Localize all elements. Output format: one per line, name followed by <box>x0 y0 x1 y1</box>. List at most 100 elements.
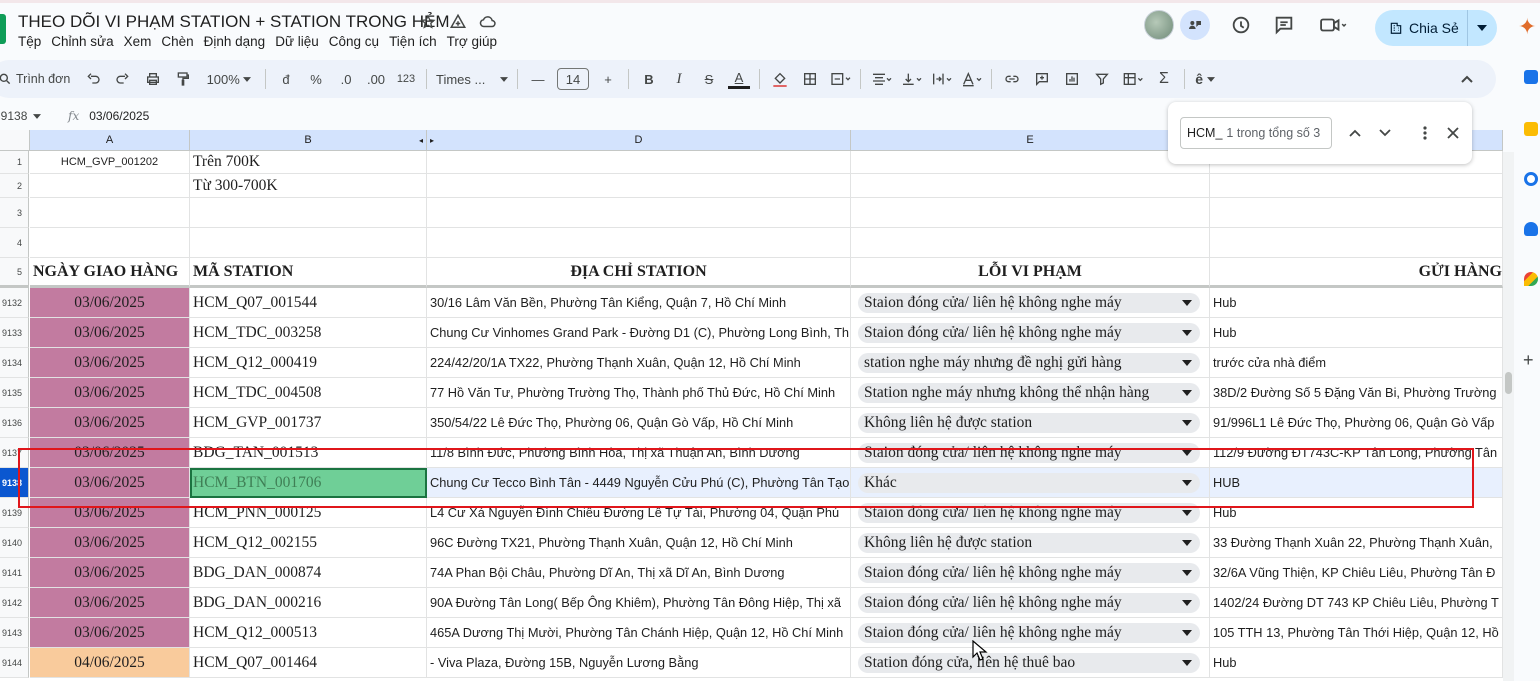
find-close-icon[interactable] <box>1442 122 1464 144</box>
find-input[interactable]: HCM_ 1 trong tổng số 3 <box>1180 117 1332 149</box>
name-box[interactable]: C9138 <box>0 109 52 123</box>
dropdown-arrow-icon[interactable] <box>1182 450 1192 456</box>
move-to-folder-icon[interactable] <box>448 12 468 32</box>
cell-station-address[interactable]: 96C Đường TX21, Phường Thạnh Xuân, Quận … <box>427 528 851 558</box>
crab-extension-icon[interactable]: ✦ <box>1518 14 1536 40</box>
percent-format-button[interactable]: % <box>305 67 327 91</box>
dropdown-arrow-icon[interactable] <box>1182 330 1192 336</box>
cell-station-address[interactable]: L4 Cư Xá Nguyễn Đình Chiểu Đường Lê Tự T… <box>427 498 851 528</box>
row-number[interactable]: 9140 <box>0 528 29 558</box>
cell-e[interactable] <box>851 151 1210 174</box>
cell-station-code[interactable]: HCM_Q12_000513 <box>190 618 427 648</box>
insert-comment-icon[interactable] <box>1031 67 1053 91</box>
increase-decimal-button[interactable]: .00 <box>365 67 387 91</box>
cell-delivery-date[interactable]: 03/06/2025 <box>30 378 190 408</box>
menu-insert[interactable]: Chèn <box>161 34 193 49</box>
cell-station-address[interactable]: 465A Dương Thị Mười, Phường Tân Chánh Hi… <box>427 618 851 648</box>
row-number[interactable]: 5 <box>0 258 29 288</box>
cell-station-code[interactable]: HCM_Q07_001464 <box>190 648 427 678</box>
row-number[interactable]: 3 <box>0 198 29 228</box>
calendar-icon[interactable] <box>1524 70 1538 84</box>
cell-send-location[interactable]: 32/6A Vũng Thiện, KP Chiêu Liêu, Phường … <box>1210 558 1503 588</box>
cell-station-code[interactable]: BDG_TAN_001513 <box>190 438 427 468</box>
violation-dropdown-chip[interactable]: Station đóng cửa, liên hệ thuê bao <box>858 653 1200 673</box>
cell-send-location[interactable]: Hub <box>1210 288 1503 318</box>
header-station-address[interactable]: ĐỊA CHỈ STATION <box>427 258 851 288</box>
cell-b[interactable]: Từ 300-700K <box>190 174 427 198</box>
bold-icon[interactable]: B <box>638 67 660 91</box>
vertical-align-icon[interactable] <box>900 67 922 91</box>
vertical-scrollbar[interactable] <box>1503 152 1514 681</box>
header-send[interactable]: GỬI HÀNG <box>1210 258 1503 288</box>
history-icon[interactable] <box>1229 13 1253 37</box>
row-number[interactable]: 9144 <box>0 648 29 678</box>
cell-f[interactable] <box>1210 174 1503 198</box>
sheets-logo-icon[interactable] <box>0 14 6 44</box>
collaborator-avatar[interactable] <box>1144 10 1174 40</box>
strikethrough-icon[interactable]: S <box>698 67 720 91</box>
cell-delivery-date[interactable]: 03/06/2025 <box>30 348 190 378</box>
currency-format-button[interactable]: đ <box>275 67 297 91</box>
menu-help[interactable]: Trợ giúp <box>447 34 497 49</box>
cell-send-location[interactable]: Hub <box>1210 498 1503 528</box>
name-box-dropdown-icon[interactable] <box>33 113 42 119</box>
cell-send-location[interactable]: Hub <box>1210 648 1503 678</box>
violation-dropdown-chip[interactable]: Staion đóng cửa/ liên hệ không nghe máy <box>858 563 1200 583</box>
share-button[interactable]: Chia Sẻ <box>1375 10 1497 46</box>
row-number[interactable]: 1 <box>0 151 29 174</box>
cell-station-code[interactable]: HCM_Q07_001544 <box>190 288 427 318</box>
functions-icon[interactable]: Σ <box>1153 67 1175 91</box>
cell-send-location[interactable]: trước cửa nhà điểm <box>1210 348 1503 378</box>
header-violation[interactable]: LỖI VI PHẠM <box>851 258 1210 288</box>
borders-icon[interactable] <box>799 67 821 91</box>
row-number[interactable]: 9135 <box>0 378 29 408</box>
find-previous-icon[interactable] <box>1344 122 1366 144</box>
row-number[interactable]: 2 <box>0 174 29 198</box>
column-header-b[interactable]: B ◂ <box>190 130 427 151</box>
cloud-status-icon[interactable] <box>478 12 498 32</box>
cell-e[interactable] <box>851 228 1210 258</box>
search-menus[interactable]: Trình đơn <box>0 72 78 86</box>
row-number[interactable]: 9134 <box>0 348 29 378</box>
print-icon[interactable] <box>142 67 164 91</box>
cell-delivery-date[interactable]: 03/06/2025 <box>30 438 190 468</box>
row-number[interactable]: 9139 <box>0 498 29 528</box>
filter-icon[interactable] <box>1091 67 1113 91</box>
violation-dropdown-chip[interactable]: Khác <box>858 473 1200 493</box>
decrease-decimal-button[interactable]: .0 <box>335 67 357 91</box>
dropdown-arrow-icon[interactable] <box>1182 600 1192 606</box>
text-color-icon[interactable]: A <box>728 69 750 89</box>
cell-d[interactable] <box>427 151 851 174</box>
merge-cells-icon[interactable] <box>829 67 851 91</box>
dropdown-arrow-icon[interactable] <box>1182 390 1192 396</box>
filter-views-icon[interactable] <box>1121 67 1145 91</box>
star-icon[interactable] <box>418 12 438 32</box>
cell-station-address[interactable]: 11/8 Bình Đức, Phường Bình Hòa, Thị xã T… <box>427 438 851 468</box>
meet-chat-icon[interactable] <box>1180 10 1210 40</box>
font-select[interactable]: Times ... <box>436 67 508 91</box>
violation-dropdown-chip[interactable]: Staion đóng cửa/ liên hệ không nghe máy <box>858 293 1200 313</box>
cell-b[interactable]: Trên 700K <box>190 151 427 174</box>
cell-send-location[interactable]: HUB <box>1210 468 1503 498</box>
redo-icon[interactable] <box>112 67 134 91</box>
formula-input[interactable]: 03/06/2025 <box>89 109 149 123</box>
header-date[interactable]: NGÀY GIAO HÀNG <box>30 258 190 288</box>
violation-dropdown-chip[interactable]: Staion đóng cửa/ liên hệ không nghe máy <box>858 323 1200 343</box>
cell-a[interactable] <box>30 198 190 228</box>
cell-station-address[interactable]: - Viva Plaza, Đường 15B, Nguyễn Lương Bằ… <box>427 648 851 678</box>
cell-station-code[interactable]: HCM_TDC_004508 <box>190 378 427 408</box>
cell-a[interactable] <box>30 228 190 258</box>
column-header-d[interactable]: ▸ D <box>427 130 851 151</box>
document-title[interactable]: THEO DÕI VI PHẠM STATION + STATION TRONG… <box>18 12 449 32</box>
row-number[interactable]: 9142 <box>0 588 29 618</box>
cell-station-address[interactable]: 74A Phan Bội Châu, Phường Dĩ An, Thị xã … <box>427 558 851 588</box>
violation-dropdown-chip[interactable]: Staion đóng cửa/ liên hệ không nghe máy <box>858 623 1200 643</box>
text-rotation-icon[interactable] <box>960 67 982 91</box>
row-number[interactable]: 9141 <box>0 558 29 588</box>
cell-station-code[interactable]: HCM_Q12_000419 <box>190 348 427 378</box>
cell-delivery-date[interactable]: 03/06/2025 <box>30 288 190 318</box>
cell-station-code[interactable]: HCM_BTN_001706 <box>190 468 427 498</box>
header-station-code[interactable]: MÃ STATION <box>190 258 427 288</box>
cell-station-address[interactable]: Chung Cư Vinhomes Grand Park - Đường D1 … <box>427 318 851 348</box>
menu-view[interactable]: Xem <box>124 34 152 49</box>
